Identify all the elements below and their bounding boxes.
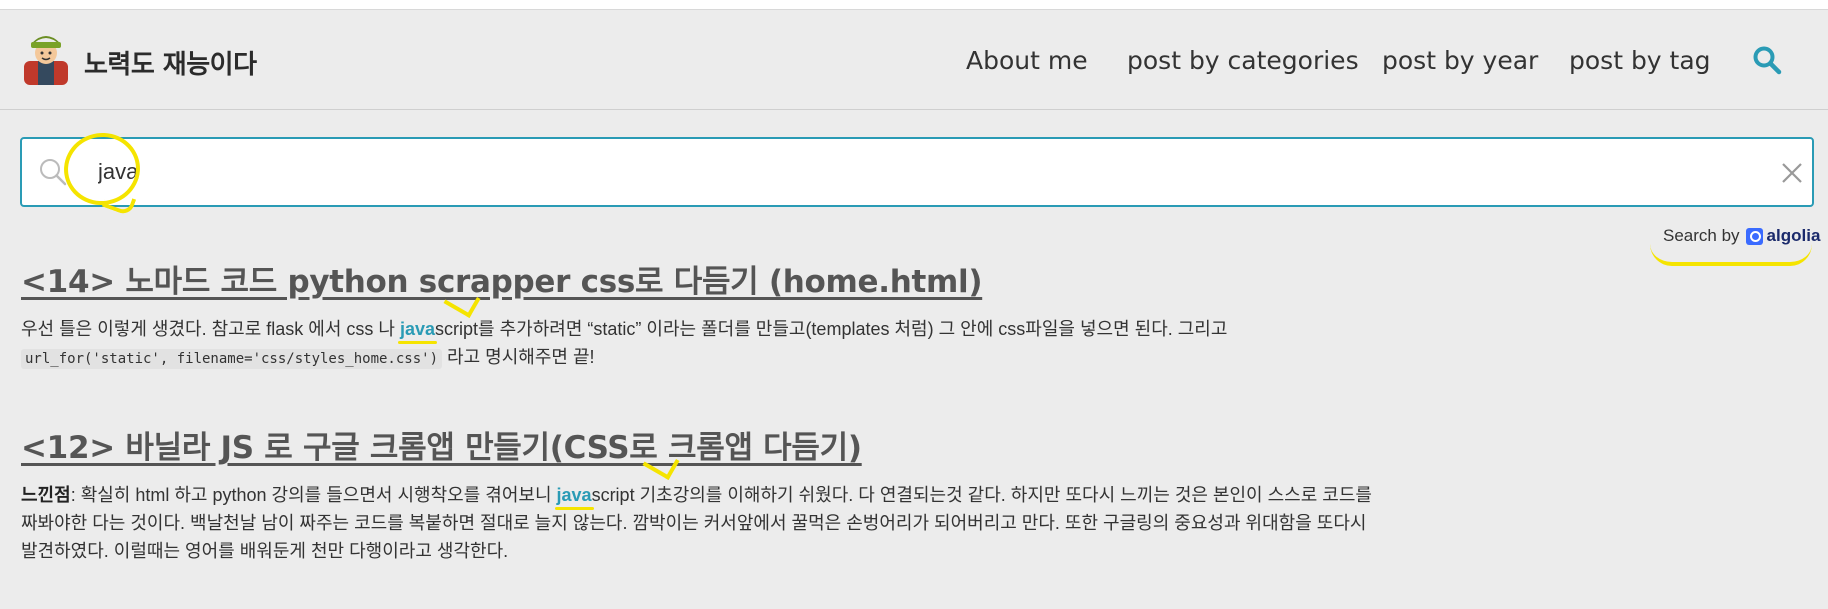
excerpt-text: 우선 틀은 이렇게 생겼다. 참고로 flask 에서 css 나 xyxy=(21,319,400,339)
site-title[interactable]: 노력도 재능이다 xyxy=(84,44,257,81)
browser-top-edge xyxy=(0,0,1828,10)
search-by-label: Search by xyxy=(1663,226,1740,245)
excerpt-text: script를 추가하려면 “static” 이라는 폴더를 만들고(templ… xyxy=(435,319,1228,339)
search-result: <12> 바닐라 JS 로 구글 크롬앱 만들기(CSS로 크롬앱 다듬기) 느… xyxy=(21,422,1381,565)
match-highlight: java xyxy=(399,319,436,339)
result-excerpt: 느낀점: 확실히 html 하고 python 강의를 들으면서 시행착오를 겪… xyxy=(21,481,1381,565)
match-highlight: java xyxy=(556,485,592,505)
search-field-icon xyxy=(40,159,67,186)
excerpt-text: 라고 명시해주면 끝! xyxy=(442,347,595,367)
search-input[interactable] xyxy=(78,147,1678,197)
search-box xyxy=(20,137,1814,207)
excerpt-lead: 느낀점 xyxy=(21,485,71,505)
yellow-underline-marker xyxy=(1650,244,1812,266)
result-excerpt: 우선 틀은 이렇게 생겼다. 참고로 flask 에서 css 나 javasc… xyxy=(21,315,1381,373)
algolia-logo-icon xyxy=(1745,227,1763,245)
nav-post-by-year[interactable]: post by year xyxy=(1382,46,1538,75)
nav-about-me[interactable]: About me xyxy=(966,46,1088,75)
search-by-algolia[interactable]: Search by algolia xyxy=(1663,226,1820,246)
result-title-link[interactable]: <14> 노마드 코드 python scrapper css로 다듬기 (ho… xyxy=(21,256,983,301)
nav-post-by-categories[interactable]: post by categories xyxy=(1127,46,1359,75)
algolia-wordmark: algolia xyxy=(1766,226,1821,245)
close-icon[interactable] xyxy=(1780,161,1804,185)
search-result: <14> 노마드 코드 python scrapper css로 다듬기 (ho… xyxy=(21,256,1381,373)
masthead: 노력도 재능이다 About me post by categories pos… xyxy=(0,10,1828,110)
search-icon[interactable] xyxy=(1752,45,1782,75)
code-snippet: url_for('static', filename='css/styles_h… xyxy=(21,349,443,369)
excerpt-text: : 확실히 html 하고 python 강의를 들으면서 시행착오를 겪어보니 xyxy=(70,485,557,505)
logo-avatar-icon[interactable] xyxy=(21,31,71,87)
nav-post-by-tag[interactable]: post by tag xyxy=(1569,46,1711,75)
result-title-link[interactable]: <12> 바닐라 JS 로 구글 크롬앱 만들기(CSS로 크롬앱 다듬기) xyxy=(21,422,862,467)
